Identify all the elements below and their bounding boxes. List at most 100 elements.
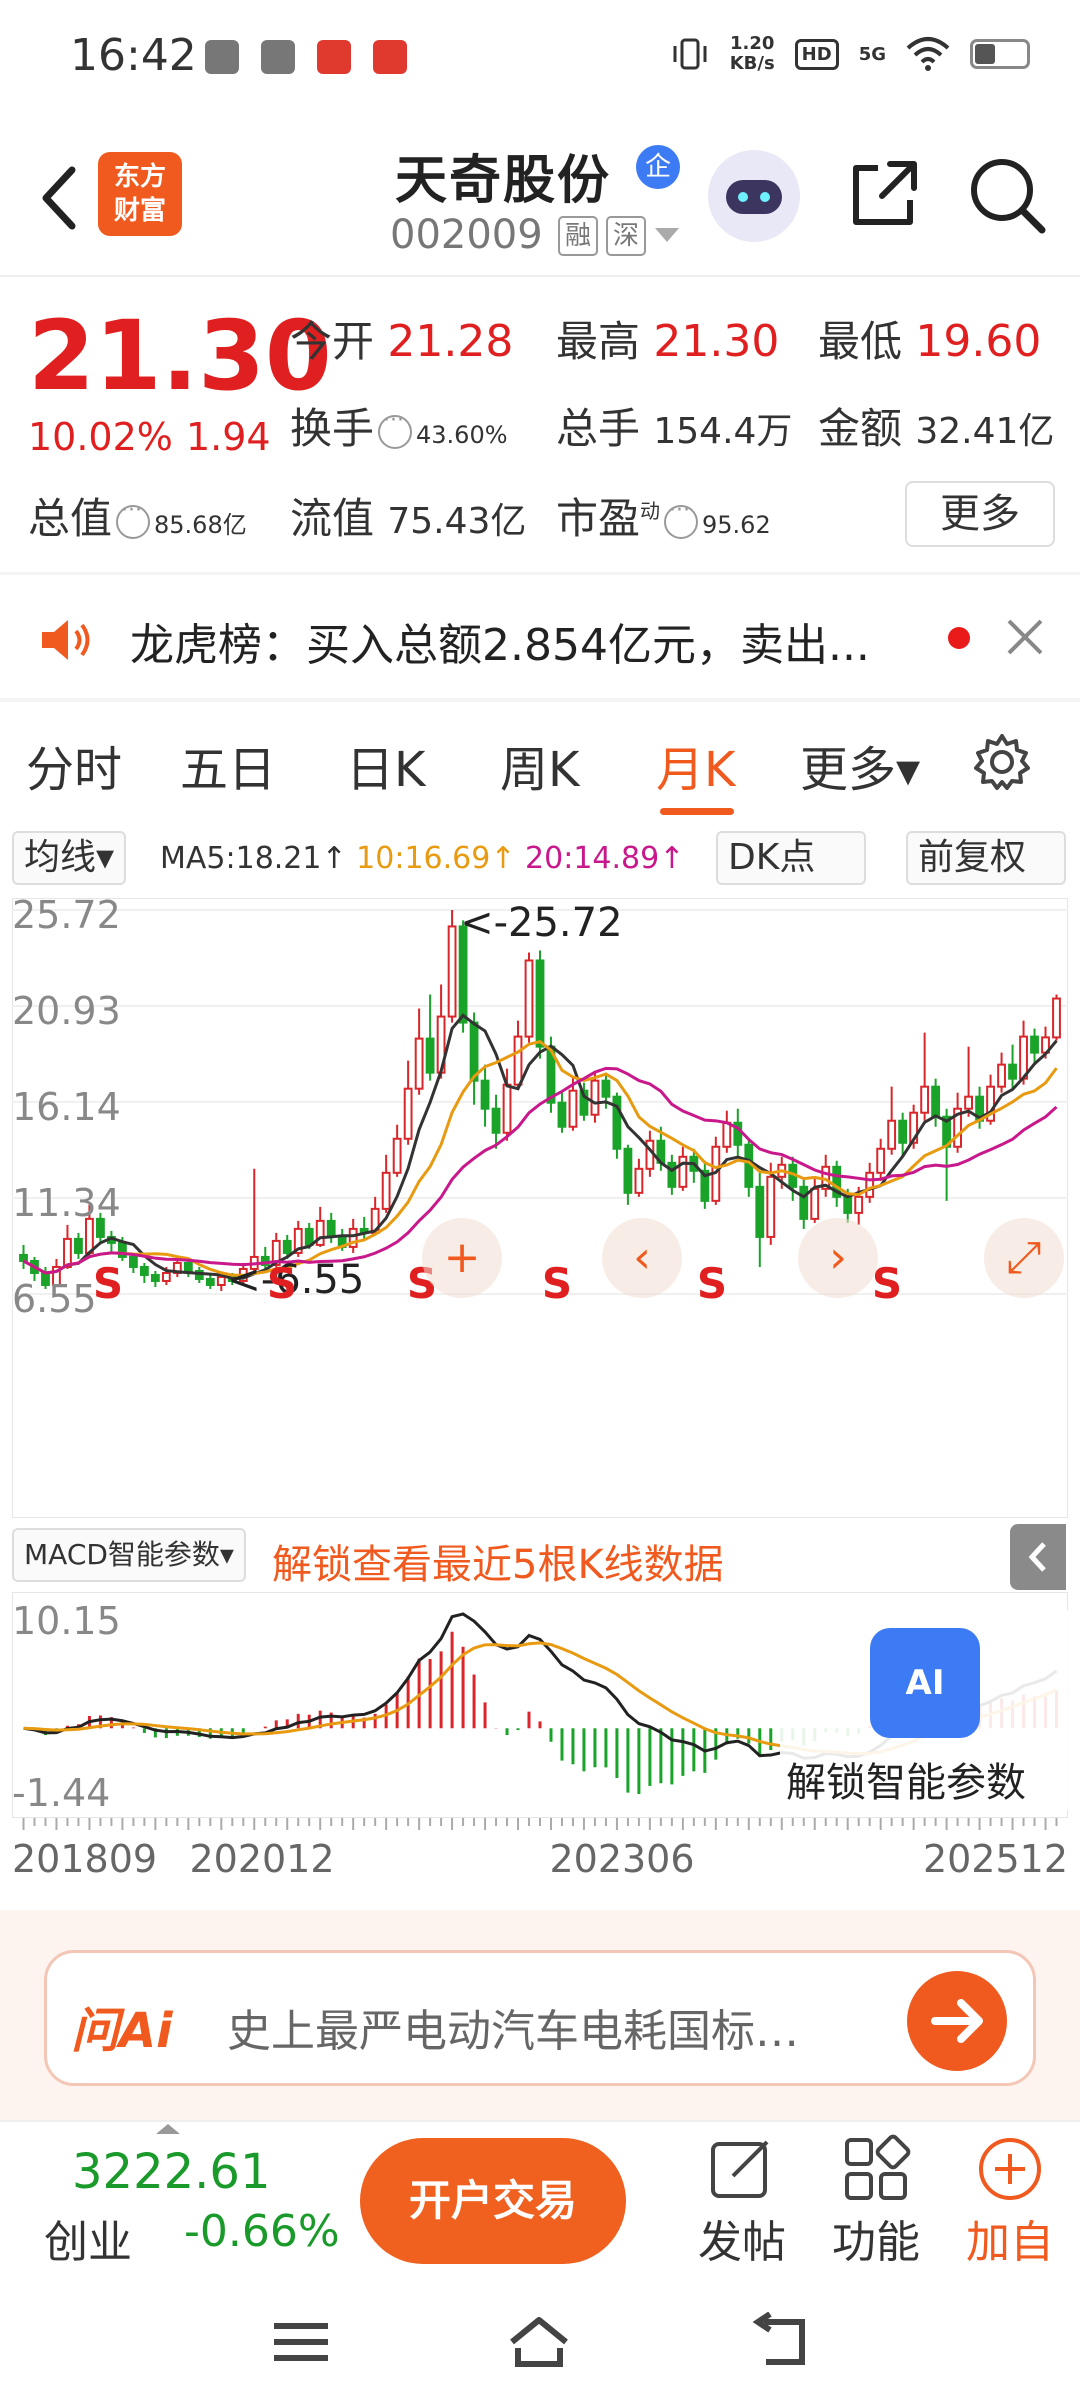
expand-up-icon[interactable]	[156, 2122, 180, 2136]
index-change[interactable]: -0.66%	[184, 2206, 340, 2257]
back-arrow-icon[interactable]	[28, 158, 88, 238]
candle-body	[128, 1255, 138, 1268]
turnover-field: 换手43.60%	[290, 395, 508, 456]
y-tick-label: 16.14	[12, 1085, 121, 1129]
volume-field: 总手 154.4万	[556, 404, 793, 453]
mktcap-field: 总值85.68亿	[28, 485, 247, 546]
candle-body	[568, 1089, 578, 1128]
ma-values: MA5:18.21↑ 10:16.69↑ 20:14.89↑	[160, 841, 684, 876]
low-field: 最低 19.60	[818, 316, 1042, 367]
candle-body	[678, 1155, 688, 1188]
candle-body	[964, 1095, 973, 1110]
candle-body	[854, 1195, 864, 1214]
edit-icon	[711, 2140, 769, 2198]
x-tick-label: 202306	[549, 1837, 694, 1881]
y-tick-label: 20.93	[12, 989, 121, 1033]
gear-icon[interactable]	[970, 730, 1034, 794]
wechat-icon	[205, 40, 239, 74]
candle-body	[1008, 1063, 1017, 1080]
home-icon[interactable]	[504, 2312, 574, 2372]
candle-body	[898, 1119, 908, 1144]
stock-name: 天奇股份	[395, 151, 612, 211]
signal-label: S	[697, 1259, 727, 1308]
tab-weekly-k[interactable]: 周K	[500, 730, 579, 800]
candle-body	[282, 1239, 292, 1254]
macd-unlock-promo[interactable]: 解锁查看最近5根K线数据	[272, 1532, 724, 1590]
candle-body	[887, 1119, 897, 1150]
dk-point-selector[interactable]: DK点	[716, 831, 866, 885]
index-name[interactable]: 创业	[44, 2206, 132, 2270]
macd-header: MACD智能参数▾ 解锁查看最近5根K线数据	[12, 1520, 1068, 1590]
send-icon	[261, 40, 295, 74]
candle-body	[997, 1063, 1006, 1088]
battery-icon	[970, 39, 1030, 69]
tab-monthly-k[interactable]: 月K	[656, 730, 735, 800]
more-button[interactable]: 更多	[905, 481, 1055, 547]
candle-body	[799, 1185, 809, 1220]
candlestick-chart[interactable]: 25.7220.9316.1411.346.55<-25.72<-6.55S S S…	[12, 898, 1068, 1518]
candle-body	[480, 1079, 490, 1110]
add-favorite-button[interactable]: 加自	[950, 2132, 1070, 2270]
candle-body	[557, 1101, 567, 1128]
plus-icon: +	[444, 1232, 481, 1283]
broker-app-icon	[317, 40, 351, 74]
collapse-panel-button[interactable]	[1010, 1524, 1066, 1590]
candle-body	[161, 1271, 171, 1282]
ask-ai-bar[interactable]: 问Ai 史上最严电动汽车电耗国标…	[44, 1950, 1036, 2086]
news-bar[interactable]: 龙虎榜：买入总额2.854亿元，卖出...	[0, 575, 1080, 700]
tab-more[interactable]: 更多▾	[800, 730, 920, 800]
wifi-icon	[906, 37, 950, 71]
candle-body	[634, 1167, 644, 1194]
candle-body	[139, 1265, 149, 1276]
signal-icon: 5G	[858, 43, 886, 65]
enterprise-badge: 企	[636, 145, 680, 189]
candle-body	[920, 1085, 930, 1114]
tab-five-day[interactable]: 五日	[180, 730, 276, 800]
candle-body	[865, 1171, 875, 1198]
high-field: 最高 21.30	[556, 316, 780, 367]
news-text[interactable]: 龙虎榜：买入总额2.854亿元，卖出...	[130, 609, 870, 673]
search-icon[interactable]	[962, 150, 1052, 240]
x-tick-label: 202012	[189, 1837, 334, 1881]
tab-daily-k[interactable]: 日K	[346, 730, 425, 800]
ma-selector[interactable]: 均线▾	[12, 831, 127, 885]
candle-body	[63, 1237, 72, 1268]
margin-tag: 融	[558, 216, 598, 256]
signal-label: S	[542, 1259, 572, 1308]
info-dots-icon[interactable]	[116, 498, 151, 539]
back-nav-icon[interactable]	[746, 2312, 816, 2372]
candle-body	[469, 1021, 479, 1082]
functions-button[interactable]: 功能	[816, 2132, 936, 2270]
code-dropdown-icon[interactable]	[655, 228, 679, 242]
macd-selector[interactable]: MACD智能参数▾	[12, 1528, 246, 1582]
candle-body	[810, 1187, 820, 1220]
y-tick-label: 25.72	[12, 898, 121, 937]
menu-icon[interactable]	[266, 2312, 336, 2372]
change-pct: 10.02%	[28, 415, 173, 459]
open-account-trade-button[interactable]: 开户交易	[360, 2138, 626, 2264]
info-dots-icon[interactable]	[664, 498, 699, 539]
ai-unlock-panel[interactable]: AI 解锁智能参数	[780, 1610, 1070, 1810]
info-dots-icon[interactable]	[378, 408, 413, 449]
x-tick-label: 202512	[923, 1837, 1068, 1881]
share-icon[interactable]	[838, 150, 928, 240]
candle-body	[623, 1147, 633, 1194]
stock-code: 002009	[390, 212, 543, 258]
plus-circle-icon	[979, 2138, 1041, 2200]
ma5-value: MA5:18.21↑	[160, 841, 347, 876]
expand-icon: ⤢	[1006, 1232, 1041, 1283]
close-icon[interactable]	[1003, 615, 1047, 659]
candle-body	[667, 1161, 677, 1188]
ai-robot-icon[interactable]	[708, 150, 800, 242]
ask-ai-prompt[interactable]: 史上最严电动汽车电耗国标…	[227, 1995, 799, 2059]
unread-dot	[948, 627, 970, 649]
candle-body	[876, 1147, 886, 1174]
candle-body	[19, 1253, 28, 1262]
app-logo[interactable]: 东方 财富	[98, 152, 182, 236]
index-value[interactable]: 3222.61	[72, 2144, 271, 2200]
tab-intraday[interactable]: 分时	[26, 730, 122, 800]
post-button[interactable]: 发帖	[682, 2132, 802, 2270]
ask-ai-submit-button[interactable]	[907, 1971, 1007, 2071]
adjust-selector[interactable]: 前复权	[906, 831, 1066, 885]
candle-body	[447, 925, 457, 1018]
